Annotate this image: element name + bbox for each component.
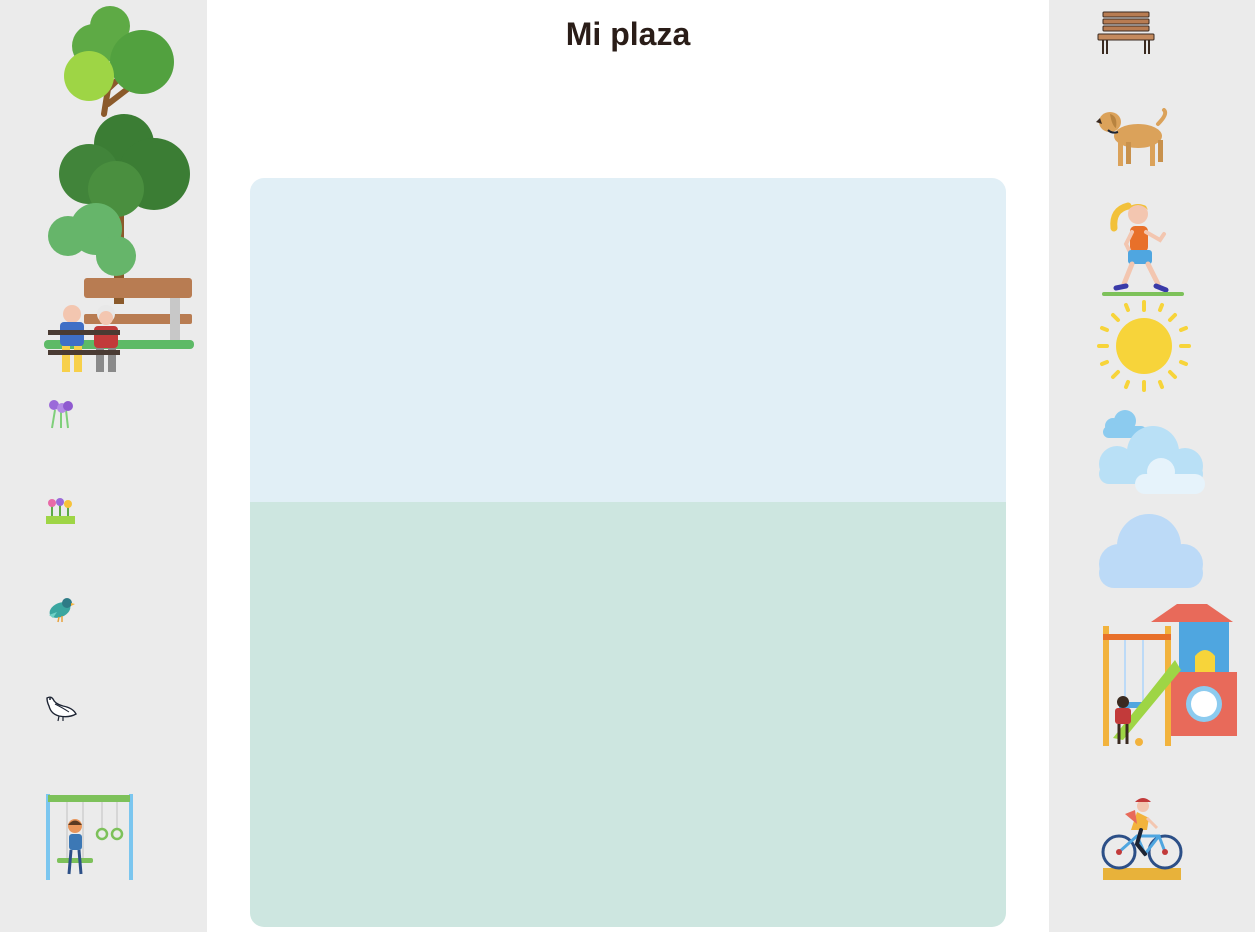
jogger-sticker[interactable] <box>1102 200 1186 298</box>
cluster-of-clouds-icon <box>1099 410 1205 494</box>
dog-icon <box>1096 108 1168 166</box>
cyclist-sticker[interactable] <box>1101 796 1185 882</box>
bench-sticker[interactable] <box>1097 10 1155 56</box>
sun-icon <box>1097 300 1191 392</box>
pigeon-icon <box>46 696 77 722</box>
pigeon-sticker[interactable] <box>45 694 77 722</box>
cloud-sticker[interactable] <box>1097 512 1205 590</box>
purple-flowers-icon <box>49 400 73 429</box>
clouds-sticker[interactable] <box>1097 408 1205 496</box>
dog-sticker[interactable] <box>1096 108 1170 170</box>
park-bench-trees-elders-sticker[interactable] <box>44 4 196 376</box>
ground-area[interactable] <box>250 502 1006 927</box>
swing-set-with-child-icon <box>46 794 133 880</box>
flower-bed-sticker[interactable] <box>46 496 76 526</box>
wooden-bench-icon <box>1097 11 1155 54</box>
cyclist-icon <box>1101 798 1183 880</box>
plaza-canvas[interactable] <box>250 178 1006 927</box>
flower-bed-icon <box>46 498 75 524</box>
playground-slide-swing-icon <box>1103 604 1237 746</box>
right-sticker-palette <box>1049 0 1255 932</box>
sun-sticker[interactable] <box>1097 300 1191 394</box>
running-girl-icon <box>1102 202 1184 296</box>
left-sticker-palette <box>0 0 207 932</box>
swing-set-sticker[interactable] <box>45 792 135 882</box>
bird-sticker[interactable] <box>47 595 75 623</box>
blue-bird-icon <box>49 598 75 623</box>
trees-with-elderly-couple-on-bench-icon <box>44 6 194 372</box>
page-title: Mi plaza <box>565 16 691 52</box>
playground-sticker[interactable] <box>1103 600 1239 750</box>
sky-area[interactable] <box>250 178 1006 502</box>
purple-flowers-sticker[interactable] <box>46 398 76 430</box>
single-cloud-icon <box>1099 514 1203 588</box>
